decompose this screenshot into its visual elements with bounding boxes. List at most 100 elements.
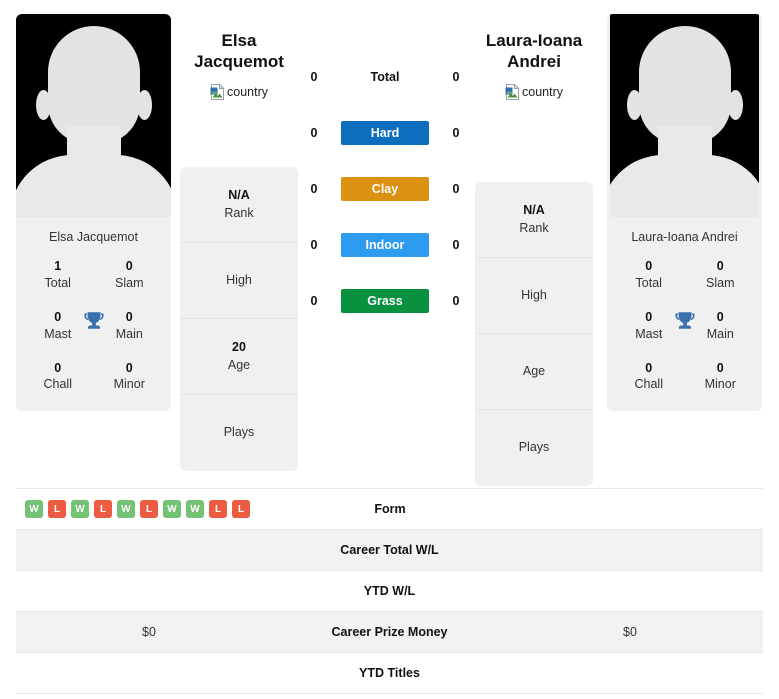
player-name-line1-left: Elsa xyxy=(221,31,257,50)
player-header-left: Elsa Jacquemot country xyxy=(164,30,314,105)
title-stat-label: Minor xyxy=(113,377,145,392)
info-label: High xyxy=(226,272,252,287)
h2h-surface-badge-indoor[interactable]: Indoor xyxy=(341,233,429,257)
info-row-age-right: Age xyxy=(475,334,593,410)
country-flag-left: country xyxy=(210,83,268,100)
form-badge-win: W xyxy=(186,500,204,518)
form-badge-loss: L xyxy=(48,500,66,518)
player-card-right[interactable]: Laura-Ioana Andrei 0 Total 0 Slam 0 Mast… xyxy=(607,14,762,412)
title-stat-minor-left: 0 Minor xyxy=(94,360,166,394)
info-value: 20 xyxy=(232,340,246,354)
title-stat-chall-right: 0 Chall xyxy=(613,360,685,394)
player-card-left[interactable]: Elsa Jacquemot 1 Total 0 Slam 0 Mast 0 M… xyxy=(16,14,171,412)
title-stat-label: Chall xyxy=(634,377,664,392)
silhouette-body-icon xyxy=(16,155,171,217)
h2h-score-right: 0 xyxy=(452,294,460,308)
titles-grid-right: 0 Total 0 Slam 0 Mast 0 Main 0 Chall 0 M… xyxy=(607,256,762,411)
form-badges-left: WLWLWLWWLL xyxy=(25,500,250,518)
table-row-ytd-titles: YTD Titles xyxy=(16,653,763,694)
info-value: N/A xyxy=(523,203,545,217)
trophy-icon xyxy=(83,312,104,329)
info-label: Age xyxy=(522,363,546,378)
title-stat-minor-right: 0 Minor xyxy=(685,360,757,394)
form-badge-loss: L xyxy=(94,500,112,518)
info-row-rank-left: N/A Rank xyxy=(180,167,298,243)
table-row-form: WLWLWLWWLL Form xyxy=(16,489,763,530)
title-stat-slam-right: 0 Slam xyxy=(685,258,757,292)
country-alt-text-left: country xyxy=(227,84,268,99)
form-badge-loss: L xyxy=(140,500,158,518)
info-label: Rank xyxy=(519,220,549,235)
h2h-surface-label-total: Total xyxy=(370,70,400,84)
title-stat-chall-left: 0 Chall xyxy=(22,360,94,394)
info-label: Plays xyxy=(518,440,550,455)
player-photo-right xyxy=(610,14,759,217)
form-cell-left: WLWLWLWWLL xyxy=(16,500,283,518)
title-stat-label: Total xyxy=(635,275,662,290)
info-label: Age xyxy=(227,357,251,372)
broken-image-icon xyxy=(210,83,225,100)
form-badge-loss: L xyxy=(232,500,250,518)
silhouette-ear-right-icon xyxy=(727,90,743,120)
row-label-career-total-wl: Career Total W/L xyxy=(340,543,439,557)
title-stat-label: Total xyxy=(44,275,71,290)
title-stat-label: Minor xyxy=(704,377,736,392)
title-stat-label: Slam xyxy=(115,275,144,290)
table-row-career-total-wl: Career Total W/L xyxy=(16,530,763,571)
player-header-right: Laura-Ioana Andrei country xyxy=(459,30,609,105)
h2h-surface-badge-clay[interactable]: Clay xyxy=(341,177,429,201)
h2h-row-hard: 0 Hard 0 xyxy=(305,118,465,148)
h2h-row-clay: 0 Clay 0 xyxy=(305,174,465,204)
player-name-line2-left: Jacquemot xyxy=(194,52,284,72)
info-row-age-left: 20 Age xyxy=(180,319,298,395)
title-stat-value: 0 xyxy=(645,259,653,273)
h2h-row-indoor: 0 Indoor 0 xyxy=(305,230,465,260)
table-row-ytd-wl: YTD W/L xyxy=(16,571,763,612)
h2h-row-grass: 0 Grass 0 xyxy=(305,286,465,316)
country-alt-text-right: country xyxy=(522,84,563,99)
title-stat-label: Chall xyxy=(43,377,73,392)
h2h-score-right: 0 xyxy=(452,182,460,196)
table-row-career-prize-money: $0 Career Prize Money $0 xyxy=(16,612,763,653)
titles-grid-left: 1 Total 0 Slam 0 Mast 0 Main 0 Chall 0 M… xyxy=(16,256,171,411)
player-photo-name-right: Laura-Ioana Andrei xyxy=(631,230,738,244)
silhouette-body-icon xyxy=(610,155,759,217)
info-label: High xyxy=(521,287,547,302)
silhouette-ear-right-icon xyxy=(136,90,152,120)
head-to-head-surfaces: 0 Total 0 0 Hard 0 0 Clay 0 0 Indoor 0 0 xyxy=(305,62,465,316)
title-stat-value: 0 xyxy=(125,360,133,375)
info-value: N/A xyxy=(228,188,250,202)
row-label-career-prize-money: Career Prize Money xyxy=(331,625,448,639)
info-panel-left: N/A Rank High 20 Age Plays xyxy=(180,167,298,471)
h2h-score-left: 0 xyxy=(310,294,318,308)
title-stat-label: Slam xyxy=(706,275,735,290)
h2h-score-left: 0 xyxy=(310,70,318,84)
form-badge-win: W xyxy=(71,500,89,518)
title-stat-value: 1 xyxy=(54,259,62,273)
row-label-ytd-wl: YTD W/L xyxy=(363,584,416,598)
title-stat-total-left: 1 Total xyxy=(22,258,94,292)
h2h-score-right: 0 xyxy=(452,238,460,252)
h2h-surface-badge-hard[interactable]: Hard xyxy=(341,121,429,145)
broken-image-icon xyxy=(505,83,520,100)
row-label-ytd-titles: YTD Titles xyxy=(359,666,420,680)
info-label: Rank xyxy=(224,205,254,220)
title-stat-value: 0 xyxy=(716,259,724,273)
info-row-high-left: High xyxy=(180,243,298,319)
comparison-top-area: Elsa Jacquemot 1 Total 0 Slam 0 Mast 0 M… xyxy=(0,0,779,486)
row-value-right: $0 xyxy=(623,625,637,639)
row-label-form: Form xyxy=(374,502,406,516)
h2h-surface-badge-grass[interactable]: Grass xyxy=(341,289,429,313)
player-photo-left xyxy=(16,14,171,217)
title-stat-value: 0 xyxy=(125,259,133,273)
info-row-plays-right: Plays xyxy=(475,410,593,486)
title-stat-value: 0 xyxy=(716,360,724,375)
h2h-score-left: 0 xyxy=(310,126,318,140)
info-label: Plays xyxy=(223,425,255,440)
form-badge-loss: L xyxy=(209,500,227,518)
h2h-score-left: 0 xyxy=(310,182,318,196)
player-name-line2-right: Andrei xyxy=(507,52,561,72)
info-row-high-right: High xyxy=(475,258,593,334)
form-badge-win: W xyxy=(117,500,135,518)
info-row-rank-right: N/A Rank xyxy=(475,182,593,258)
